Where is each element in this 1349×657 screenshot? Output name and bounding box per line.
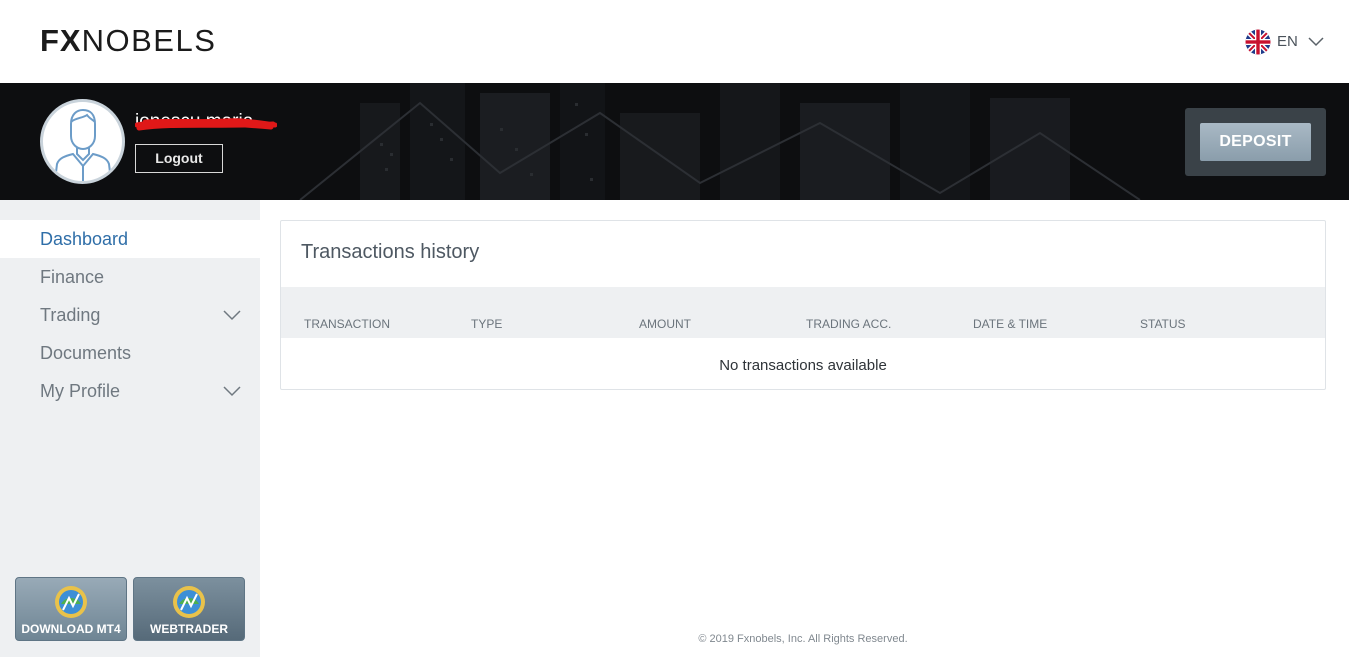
sidebar-item-dashboard[interactable]: Dashboard bbox=[0, 220, 260, 258]
table-header: TRANSACTION TYPE AMOUNT TRADING ACC. DAT… bbox=[281, 287, 1325, 338]
sidebar-item-label: Finance bbox=[40, 267, 105, 287]
fxnobels-logo[interactable]: FXNOBELS bbox=[40, 24, 216, 58]
uk-flag-icon bbox=[1245, 29, 1271, 54]
sidebar-item-trading[interactable]: Trading bbox=[0, 296, 260, 334]
sidebar-item-label: My Profile bbox=[40, 381, 121, 401]
deposit-container: DEPOSIT bbox=[1185, 108, 1326, 176]
sidebar-item-my-profile[interactable]: My Profile bbox=[0, 372, 260, 410]
empty-state-message: No transactions available bbox=[719, 357, 887, 374]
column-header-trading-acc[interactable]: TRADING ACC. bbox=[806, 317, 891, 331]
download-mt4-label: DOWNLOAD MT4 bbox=[21, 622, 121, 636]
sidebar-item-label: Trading bbox=[40, 305, 101, 325]
sidebar-item-documents[interactable]: Documents bbox=[0, 334, 260, 372]
sidebar-item-label: Documents bbox=[40, 343, 132, 363]
logout-button[interactable]: Logout bbox=[135, 144, 223, 173]
panel-title: Transactions history bbox=[301, 241, 480, 263]
user-name: ionescu maria bbox=[135, 111, 277, 135]
column-header-type[interactable]: TYPE bbox=[471, 317, 502, 331]
user-avatar-icon bbox=[54, 108, 112, 181]
chevron-down-icon bbox=[223, 386, 241, 397]
transactions-panel: Transactions history TRANSACTION TYPE AM… bbox=[280, 220, 1326, 390]
sidebar-item-finance[interactable]: Finance bbox=[0, 258, 260, 296]
user-avatar bbox=[40, 99, 125, 184]
download-mt4-button[interactable]: DOWNLOAD MT4 bbox=[15, 577, 127, 641]
column-header-date-time[interactable]: DATE & TIME bbox=[973, 317, 1047, 331]
sidebar: Dashboard Finance Trading Documents My P… bbox=[0, 200, 260, 657]
footer-copyright: © 2019 Fxnobels, Inc. All Rights Reserve… bbox=[698, 633, 908, 645]
language-selector[interactable]: EN bbox=[1245, 28, 1324, 55]
webtrader-label: WEBTRADER bbox=[150, 622, 228, 636]
sidebar-item-label: Dashboard bbox=[40, 229, 129, 249]
language-code: EN bbox=[1277, 33, 1298, 50]
logo-rest-text: NOBELS bbox=[81, 23, 217, 58]
webtrader-button[interactable]: WEBTRADER bbox=[133, 577, 245, 641]
redaction-scribble bbox=[135, 118, 277, 131]
account-banner: ionescu maria Logout DEPOSIT bbox=[0, 83, 1349, 200]
logo-bold-text: FX bbox=[40, 23, 82, 58]
city-background-image bbox=[0, 83, 1349, 200]
deposit-button[interactable]: DEPOSIT bbox=[1200, 123, 1311, 161]
chevron-down-icon bbox=[1308, 36, 1324, 46]
column-header-status[interactable]: STATUS bbox=[1140, 317, 1186, 331]
column-header-amount[interactable]: AMOUNT bbox=[639, 317, 691, 331]
column-header-transaction[interactable]: TRANSACTION bbox=[304, 317, 390, 331]
chevron-down-icon bbox=[223, 310, 241, 321]
metatrader-icon bbox=[173, 586, 205, 618]
top-bar: FXNOBELS EN bbox=[0, 0, 1349, 83]
metatrader-icon bbox=[55, 586, 87, 618]
